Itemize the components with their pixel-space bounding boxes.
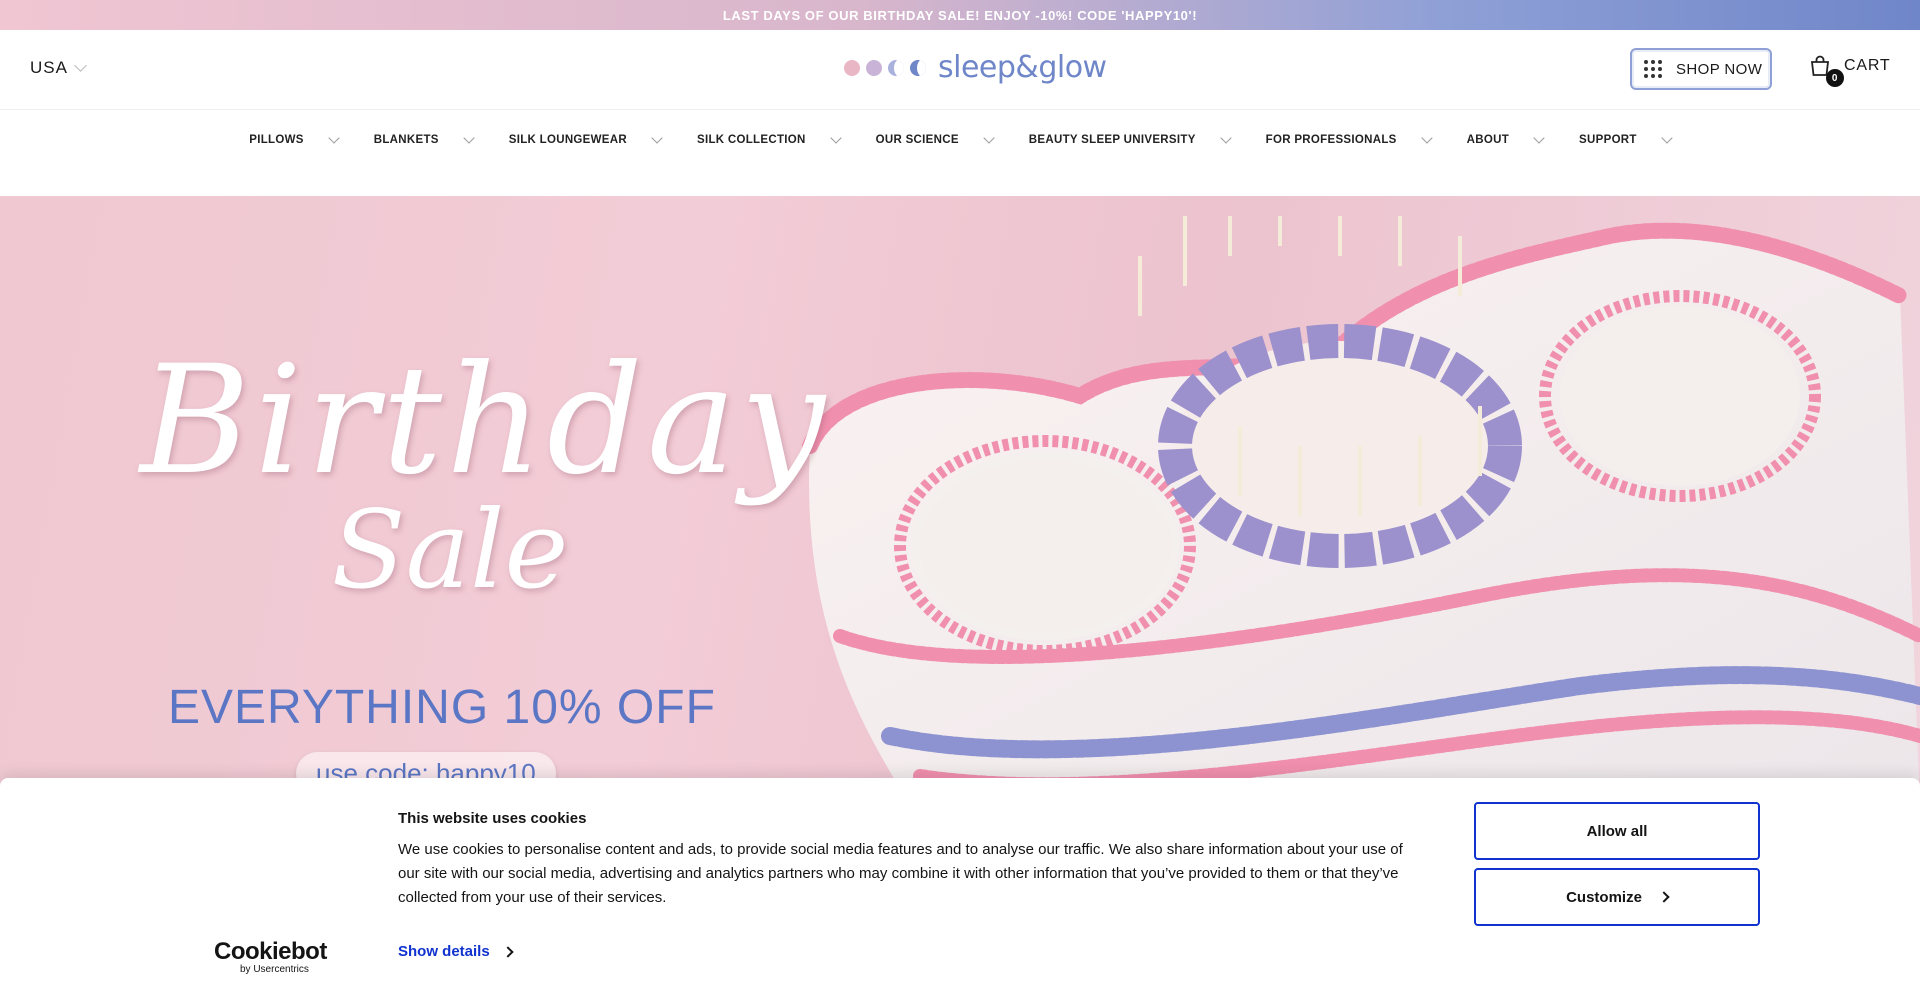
shopping-bag-icon: 0 bbox=[1808, 54, 1844, 87]
nav-item-silk-collection[interactable]: SILK COLLECTION bbox=[696, 132, 842, 146]
cart-label: CART bbox=[1844, 57, 1891, 74]
shop-now-label: SHOP NOW bbox=[1676, 60, 1763, 78]
nav-item-label: OUR SCIENCE bbox=[875, 134, 959, 146]
nav-item-support[interactable]: SUPPORT bbox=[1579, 132, 1673, 146]
logo-wordmark: sleep&glow bbox=[938, 50, 1107, 85]
cookiebot-logo: Cookiebot by Usercentrics bbox=[214, 938, 327, 975]
nav-item-label: SUPPORT bbox=[1579, 134, 1637, 146]
logo-dot-icon bbox=[866, 59, 882, 76]
allow-all-button[interactable]: Allow all bbox=[1474, 802, 1760, 860]
site-logo[interactable]: sleep&glow bbox=[844, 50, 1107, 85]
announcement-text: LAST DAYS OF OUR BIRTHDAY SALE! ENJOY -1… bbox=[722, 7, 1198, 23]
country-label: USA bbox=[30, 58, 68, 77]
nav-item-about[interactable]: ABOUT bbox=[1466, 132, 1545, 146]
allow-all-label: Allow all bbox=[1586, 822, 1648, 840]
chevron-down-icon bbox=[1220, 132, 1232, 144]
chevron-down-icon bbox=[651, 132, 663, 144]
site-header: USA sleep&glow SHOP NOW 0 CART bbox=[0, 30, 1920, 110]
nav-item-label: SILK COLLECTION bbox=[696, 134, 806, 146]
logo-dot-icon bbox=[844, 59, 860, 76]
nav-item-label: PILLOWS bbox=[249, 134, 304, 146]
nav-item-label: ABOUT bbox=[1466, 134, 1510, 146]
chevron-down-icon bbox=[74, 59, 87, 72]
shop-now-button[interactable]: SHOP NOW bbox=[1630, 48, 1772, 90]
cookie-body-text: We use cookies to personalise content an… bbox=[398, 841, 1403, 906]
nav-item-beauty-sleep-university[interactable]: BEAUTY SLEEP UNIVERSITY bbox=[1028, 132, 1232, 146]
chevron-right-icon bbox=[1658, 891, 1670, 903]
cookie-consent-banner: Cookiebot by Usercentrics This website u… bbox=[0, 778, 1920, 993]
show-details-label: Show details bbox=[398, 943, 490, 960]
chevron-down-icon bbox=[1533, 132, 1545, 144]
announcement-bar[interactable]: LAST DAYS OF OUR BIRTHDAY SALE! ENJOY -1… bbox=[0, 0, 1920, 30]
chevron-down-icon bbox=[829, 132, 842, 144]
nav-item-label: BLANKETS bbox=[373, 134, 439, 146]
cart-count-badge: 0 bbox=[1826, 69, 1844, 87]
nav-item-label: FOR PROFESSIONALS bbox=[1265, 134, 1397, 146]
customize-label: Customize bbox=[1566, 888, 1642, 906]
chevron-down-icon bbox=[463, 132, 475, 144]
customize-button[interactable]: Customize bbox=[1474, 868, 1760, 926]
chevron-down-icon bbox=[328, 132, 340, 144]
nav-item-pillows[interactable]: PILLOWS bbox=[249, 132, 340, 146]
birthday-cake-pillow-image bbox=[802, 216, 1920, 796]
logo-moon-icon bbox=[888, 59, 904, 76]
chevron-down-icon bbox=[1661, 132, 1673, 144]
hero-title-line2: Sale bbox=[331, 488, 569, 613]
nav-item-silk-loungewear[interactable]: SILK LOUNGEWEAR bbox=[508, 132, 663, 146]
country-selector[interactable]: USA bbox=[30, 58, 87, 78]
chevron-down-icon bbox=[1420, 132, 1433, 144]
cookie-title: This website uses cookies bbox=[398, 810, 587, 827]
nav-item-label: SILK LOUNGEWEAR bbox=[508, 134, 627, 146]
logo-moon-icon bbox=[910, 59, 926, 76]
chevron-down-icon bbox=[983, 132, 995, 144]
cookiebot-brand: Cookiebot bbox=[214, 938, 327, 965]
hero-offer: EVERYTHING 10% OFF bbox=[168, 681, 716, 734]
nav-item-blankets[interactable]: BLANKETS bbox=[373, 132, 475, 146]
chevron-right-icon bbox=[502, 945, 514, 958]
cart-button[interactable]: 0 CART bbox=[1808, 54, 1891, 87]
show-details-link[interactable]: Show details bbox=[398, 943, 514, 960]
nav-item-label: BEAUTY SLEEP UNIVERSITY bbox=[1028, 134, 1196, 146]
main-navigation: PILLOWS BLANKETS SILK LOUNGEWEAR SILK CO… bbox=[0, 110, 1920, 196]
hero-title-line1: Birthday bbox=[140, 334, 829, 508]
grid-menu-icon bbox=[1644, 60, 1662, 78]
hero-banner[interactable]: Birthday Sale EVERYTHING 10% OFF use cod… bbox=[0, 196, 1920, 796]
nav-item-our-science[interactable]: OUR SCIENCE bbox=[875, 132, 995, 146]
hero-title: Birthday Sale bbox=[140, 334, 829, 613]
nav-item-for-professionals[interactable]: FOR PROFESSIONALS bbox=[1265, 132, 1433, 146]
